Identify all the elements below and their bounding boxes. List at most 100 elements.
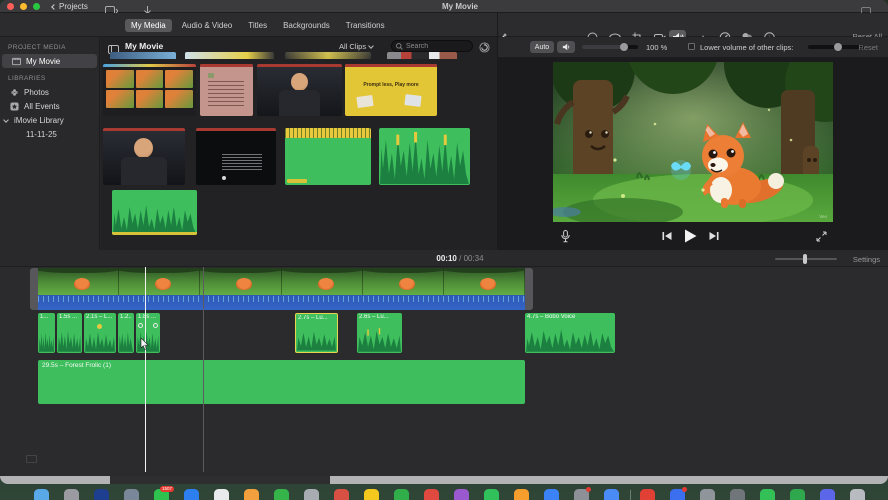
timeline-settings-button[interactable]: Settings	[853, 255, 880, 264]
clip-marker-icon[interactable]	[97, 324, 102, 329]
sidebar-item-imovie-library[interactable]: iMovie Library	[0, 113, 99, 127]
terminal-text-lines	[222, 154, 262, 172]
video-audio-track[interactable]	[38, 295, 525, 310]
tab-audio-video[interactable]: Audio & Video	[176, 19, 239, 32]
dock-icon[interactable]	[424, 489, 439, 500]
dock-icon[interactable]	[214, 489, 229, 500]
dock-icon[interactable]	[640, 489, 655, 500]
dock-icon[interactable]	[670, 487, 687, 500]
volume-keyframe-icon[interactable]	[153, 323, 158, 328]
waveform	[113, 205, 196, 234]
timeline-zoom-slider[interactable]	[775, 254, 837, 264]
sidebar-item-photos[interactable]: Photos	[0, 85, 99, 99]
dock-icon[interactable]	[574, 487, 591, 500]
dock-icon[interactable]	[514, 489, 529, 500]
dock-icon[interactable]	[364, 489, 379, 500]
dock-icon[interactable]	[604, 489, 619, 500]
tab-titles[interactable]: Titles	[242, 19, 273, 32]
dock-icon[interactable]	[94, 489, 109, 500]
dock-icon[interactable]	[304, 489, 319, 500]
volume-reset-button[interactable]: Reset	[858, 43, 878, 52]
preview-viewer[interactable]: Veo	[549, 2, 865, 226]
dock-icon[interactable]	[64, 489, 79, 500]
audio-clip[interactable]: 1.2...	[118, 313, 134, 353]
fullscreen-icon[interactable]	[812, 227, 830, 245]
dock-icon[interactable]: 1507	[154, 486, 174, 500]
playhead[interactable]	[145, 267, 146, 472]
media-thumbnail-partial[interactable]	[387, 52, 457, 59]
refresh-icon[interactable]	[479, 40, 490, 58]
audio-clip[interactable]: 2.1s – L...	[84, 313, 116, 353]
tab-backgrounds[interactable]: Backgrounds	[277, 19, 336, 32]
dock-icon[interactable]	[394, 489, 409, 500]
sidebar-item-my-movie[interactable]: My Movie	[2, 54, 97, 68]
media-thumbnail-talking-head[interactable]	[257, 64, 342, 116]
ducking-slider[interactable]	[808, 43, 864, 51]
dock-icon[interactable]	[544, 489, 559, 500]
audio-clip[interactable]: 2.6s – Lu...	[357, 313, 402, 353]
search-field[interactable]	[391, 40, 473, 52]
media-thumbnail-audio[interactable]	[285, 128, 371, 185]
audio-clip[interactable]: 1.5s ...	[57, 313, 82, 353]
dock-icon[interactable]	[484, 489, 499, 500]
dock-icon[interactable]	[454, 489, 469, 500]
dock-icon[interactable]	[34, 489, 49, 500]
clip-trim-handle-left[interactable]	[30, 268, 38, 310]
clip-trim-handle-right[interactable]	[525, 268, 533, 310]
volume-keyframe-icon[interactable]	[138, 323, 143, 328]
tab-my-media[interactable]: My Media	[125, 18, 172, 32]
dock-icon[interactable]	[790, 489, 805, 500]
next-frame-button[interactable]	[705, 227, 723, 245]
dock-icon[interactable]	[244, 489, 259, 500]
media-thumbnail-document[interactable]	[200, 64, 253, 116]
auto-volume-button[interactable]: Auto	[530, 41, 554, 53]
audio-clip-label: 1.8s ...	[138, 314, 157, 320]
lower-volume-checkbox[interactable]	[688, 43, 695, 50]
close-window-button[interactable]	[7, 3, 14, 10]
sidebar-item-label: All Events	[24, 101, 60, 111]
sidebar-item-label: iMovie Library	[14, 115, 64, 125]
background-music-clip[interactable]: 29.5s – Forest Frolic (1)	[38, 360, 525, 404]
libraries-header: LIBRARIES	[8, 75, 46, 82]
dock-icon[interactable]	[274, 489, 289, 500]
media-thumbnail-partial[interactable]	[185, 52, 274, 59]
dock-icon[interactable]	[820, 489, 835, 500]
search-input[interactable]	[406, 42, 466, 50]
minimize-window-button[interactable]	[20, 3, 27, 10]
dock-icon[interactable]	[760, 489, 775, 500]
media-thumbnail-audio[interactable]	[379, 128, 470, 185]
media-thumbnail-partial[interactable]	[285, 52, 371, 59]
video-clip-filmstrip[interactable]	[38, 268, 525, 295]
media-thumbnail-screen-recording[interactable]	[103, 64, 196, 116]
clips-filter-dropdown[interactable]: All Clips	[339, 42, 374, 51]
ducking-slider-knob[interactable]	[834, 43, 842, 51]
dock-icon[interactable]	[124, 489, 139, 500]
media-thumbnail-audio[interactable]	[112, 190, 197, 235]
zoom-window-button[interactable]	[33, 3, 40, 10]
back-to-projects-button[interactable]: Projects	[51, 2, 88, 11]
audio-clip-selected[interactable]: 2.7s – Lu...	[295, 313, 338, 353]
dock-icon[interactable]	[184, 489, 199, 500]
audio-clip[interactable]: 1...	[38, 313, 55, 353]
media-thumbnail-talking-head[interactable]	[103, 128, 185, 185]
browser-chrome-strip	[345, 64, 437, 67]
mute-button[interactable]	[557, 41, 575, 53]
voiceover-mic-button[interactable]	[556, 227, 574, 245]
volume-slider[interactable]	[582, 43, 638, 51]
play-button[interactable]	[681, 227, 699, 245]
dock-icon[interactable]	[730, 489, 745, 500]
disclosure-chevron-icon[interactable]	[3, 117, 9, 123]
media-thumbnail-terminal[interactable]	[196, 128, 276, 185]
media-thumbnail-partial[interactable]	[110, 52, 176, 59]
dock-icon[interactable]	[334, 489, 349, 500]
timeline-zoom-knob[interactable]	[803, 254, 807, 264]
media-thumbnail-slide[interactable]: Prompt less, Play more	[345, 64, 437, 116]
dock-icon-trash[interactable]	[850, 489, 865, 500]
audio-clip[interactable]: 4.7s – Bobo Voice	[525, 313, 615, 353]
sidebar-item-library-date[interactable]: 11-11-25	[0, 127, 99, 141]
sidebar-item-all-events[interactable]: All Events	[0, 99, 99, 113]
volume-slider-knob[interactable]	[620, 43, 628, 51]
tab-transitions[interactable]: Transitions	[340, 19, 391, 32]
dock-icon[interactable]	[700, 489, 715, 500]
previous-frame-button[interactable]	[658, 227, 676, 245]
